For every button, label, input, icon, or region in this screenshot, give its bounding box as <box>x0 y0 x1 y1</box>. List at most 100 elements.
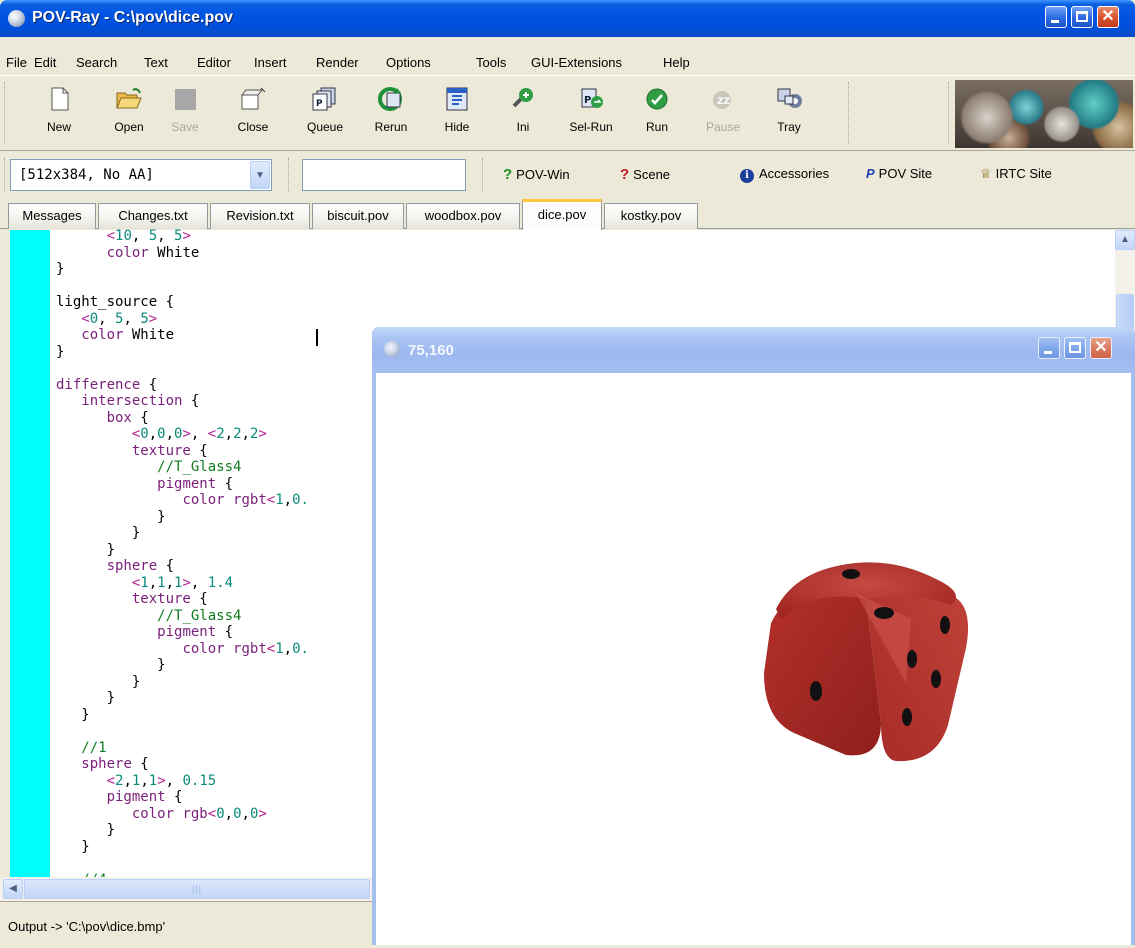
queue-label: Queue <box>306 120 344 134</box>
window-title: POV-Ray - C:\pov\dice.pov <box>32 9 233 26</box>
tab-biscuit-pov[interactable]: biscuit.pov <box>312 203 404 229</box>
tab-messages[interactable]: Messages <box>8 203 96 229</box>
scene-help-link[interactable]: ? Scene <box>620 166 670 183</box>
tray-label: Tray <box>777 120 801 134</box>
tab-revision-txt[interactable]: Revision.txt <box>210 203 310 229</box>
menu-options[interactable]: Options <box>386 55 431 70</box>
render-maximize-button[interactable] <box>1064 337 1086 359</box>
menu-insert[interactable]: Insert <box>254 55 287 70</box>
pip <box>902 708 912 726</box>
pov-win-label: POV-Win <box>516 167 570 182</box>
toolbar-grip[interactable] <box>848 82 852 144</box>
povray-app-icon[interactable] <box>8 10 25 27</box>
info-icon: i <box>740 169 754 183</box>
menu-gui-extensions[interactable]: GUI-Extensions <box>531 55 622 70</box>
new-label: New <box>46 120 71 134</box>
tray-button[interactable]: Tray <box>764 80 814 146</box>
render-window-title-bar[interactable]: 75,160 ✕ <box>372 327 1135 373</box>
sel-run-label: Sel-Run <box>569 120 613 134</box>
menu-search[interactable]: Search <box>76 55 117 70</box>
scene-label: Scene <box>633 167 671 182</box>
pip <box>907 650 917 668</box>
menu-edit[interactable]: Edit <box>34 55 56 70</box>
toolbar-grip[interactable] <box>948 82 952 144</box>
pause-button[interactable]: ZZ Pause <box>698 80 748 146</box>
scroll-up-icon[interactable]: ▲ <box>1115 230 1135 250</box>
pov-source-code[interactable]: <10, 5, 5> color White } light_source { … <box>56 228 309 888</box>
tab-dice-pov[interactable]: dice.pov <box>522 199 602 230</box>
minimize-icon <box>1051 20 1059 23</box>
render-canvas <box>376 373 1131 945</box>
editor-gutter <box>10 230 50 877</box>
resolution-select[interactable]: [512x384, No AA] ▼ <box>10 159 272 191</box>
tray-icon <box>777 88 802 108</box>
trophy-icon: ♕ <box>980 166 992 181</box>
new-icon <box>51 87 69 111</box>
pip <box>810 681 822 701</box>
menu-tools[interactable]: Tools <box>476 55 506 70</box>
hide-icon <box>446 87 468 111</box>
accessories-link[interactable]: i Accessories <box>740 166 829 183</box>
menu-text[interactable]: Text <box>144 55 168 70</box>
command-line-input[interactable] <box>302 159 466 191</box>
toolbar-grip[interactable] <box>288 158 292 192</box>
render-close-button[interactable]: ✕ <box>1090 337 1112 359</box>
menu-editor[interactable]: Editor <box>197 55 231 70</box>
queue-button[interactable]: P Queue <box>300 80 350 146</box>
open-label: Open <box>114 120 144 134</box>
menu-file[interactable]: File <box>6 55 27 70</box>
maximize-icon <box>1069 342 1081 353</box>
editor-horizontal-scrollbar[interactable]: ◀ ||| <box>0 877 372 901</box>
pov-logo-icon: P <box>866 166 875 181</box>
title-bar[interactable]: POV-Ray - C:\pov\dice.pov ✕ <box>0 0 1135 37</box>
pip <box>874 607 894 619</box>
close-window-button[interactable]: ✕ <box>1097 6 1119 28</box>
save-icon <box>175 89 196 110</box>
render-minimize-button[interactable] <box>1038 337 1060 359</box>
tab-woodbox-pov[interactable]: woodbox.pov <box>406 203 520 229</box>
maximize-button[interactable] <box>1071 6 1093 28</box>
toolbar-grip[interactable] <box>4 82 8 144</box>
status-text: Output -> 'C:\pov\dice.bmp' <box>8 919 166 934</box>
scroll-left-icon[interactable]: ◀ <box>3 879 23 899</box>
menu-render[interactable]: Render <box>316 55 359 70</box>
ini-button[interactable]: Ini <box>498 80 548 146</box>
save-label: Save <box>171 120 199 134</box>
tab-kostky-pov[interactable]: kostky.pov <box>604 203 698 229</box>
pov-site-link[interactable]: P POV Site <box>866 166 932 181</box>
save-button[interactable]: Save <box>160 80 210 146</box>
hide-button[interactable]: Hide <box>432 80 482 146</box>
svg-text:ZZ: ZZ <box>717 97 731 107</box>
close-button[interactable]: Close <box>228 80 278 146</box>
close-label: Close <box>237 120 269 134</box>
queue-icon: P <box>312 87 336 111</box>
ini-label: Ini <box>516 120 530 134</box>
minimize-button[interactable] <box>1045 6 1067 28</box>
help-icon: ? <box>620 166 630 183</box>
toolbar-grip[interactable] <box>4 158 8 192</box>
run-label: Run <box>645 120 668 134</box>
resolution-value: [512x384, No AA] <box>19 167 154 183</box>
irtc-site-label: IRTC Site <box>995 166 1052 181</box>
render-window[interactable]: 75,160 ✕ <box>372 327 1135 945</box>
sel-run-button[interactable]: P Sel-Run <box>566 80 616 146</box>
rerun-button[interactable]: Rerun <box>366 80 416 146</box>
close-icon: ✕ <box>1094 339 1108 356</box>
render-window-title: 75,160 <box>408 342 454 359</box>
render-window-icon[interactable] <box>384 341 400 357</box>
run-icon <box>646 88 668 110</box>
run-button[interactable]: Run <box>632 80 682 146</box>
irtc-site-link[interactable]: ♕ IRTC Site <box>980 166 1052 182</box>
accessories-label: Accessories <box>759 166 830 181</box>
rerun-label: Rerun <box>374 120 408 134</box>
minimize-icon <box>1044 351 1052 354</box>
open-button[interactable]: Open <box>104 80 154 146</box>
scroll-thumb[interactable]: ||| <box>24 879 370 899</box>
tab-changes-txt[interactable]: Changes.txt <box>98 203 208 229</box>
pov-win-help-link[interactable]: ? POV-Win <box>503 166 570 183</box>
hide-label: Hide <box>444 120 470 134</box>
menu-help[interactable]: Help <box>663 55 690 70</box>
new-button[interactable]: New <box>34 80 84 146</box>
toolbar-grip[interactable] <box>482 158 486 192</box>
chevron-down-icon[interactable]: ▼ <box>250 161 270 189</box>
